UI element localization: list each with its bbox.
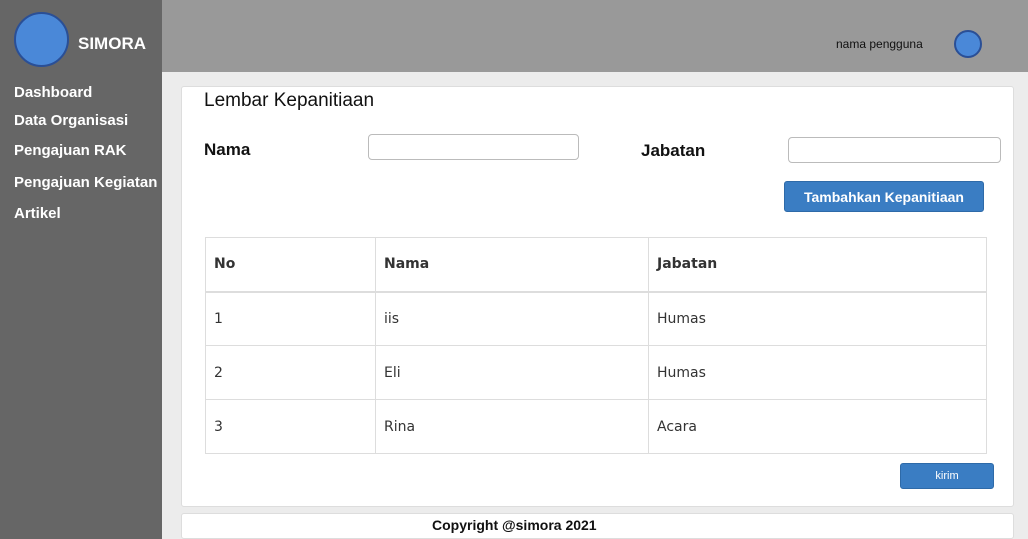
- cell-nama: Rina: [375, 399, 649, 454]
- logo-circle-icon: [14, 12, 69, 67]
- sidebar-item-dashboard[interactable]: Dashboard: [14, 84, 92, 101]
- name-label: Nama: [204, 140, 251, 159]
- sidebar-item-pengajuan-kegiatan[interactable]: Pengajuan Kegiatan: [14, 174, 157, 191]
- cell-no: 3: [205, 399, 376, 454]
- top-bar: nama pengguna: [162, 0, 1028, 72]
- table-row: 1 iis Humas: [205, 291, 987, 346]
- name-input[interactable]: [368, 134, 579, 160]
- sidebar: SIMORA Dashboard Data Organisasi Pengaju…: [0, 0, 162, 539]
- committee-form-card: Lembar Kepanitiaan Nama Jabatan Tambahka…: [181, 86, 1014, 507]
- user-avatar-icon[interactable]: [954, 30, 982, 58]
- sidebar-item-data-organisasi[interactable]: Data Organisasi: [14, 112, 128, 129]
- cell-jabatan: Acara: [648, 399, 987, 454]
- table-row: 3 Rina Acara: [205, 399, 987, 454]
- table-header-row: No Nama Jabatan: [205, 237, 987, 293]
- page-title: Lembar Kepanitiaan: [204, 90, 375, 111]
- position-label: Jabatan: [641, 141, 706, 160]
- sidebar-item-pengajuan-rak[interactable]: Pengajuan RAK: [14, 142, 127, 159]
- table-row: 2 Eli Humas: [205, 345, 987, 400]
- cell-jabatan: Humas: [648, 291, 987, 346]
- cell-nama: iis: [375, 291, 649, 346]
- sidebar-item-artikel[interactable]: Artikel: [14, 205, 61, 222]
- brand: SIMORA: [0, 0, 162, 72]
- add-committee-button[interactable]: Tambahkan Kepanitiaan: [784, 181, 984, 212]
- column-header-no: No: [205, 237, 376, 293]
- column-header-jabatan: Jabatan: [648, 237, 987, 293]
- cell-no: 1: [205, 291, 376, 346]
- cell-jabatan: Humas: [648, 345, 987, 400]
- brand-name: SIMORA: [78, 34, 146, 53]
- copyright-text: Copyright @simora 2021: [432, 517, 597, 533]
- position-input[interactable]: [788, 137, 1001, 163]
- footer: Copyright @simora 2021: [181, 513, 1014, 539]
- cell-nama: Eli: [375, 345, 649, 400]
- committee-table: No Nama Jabatan 1 iis Humas 2 Eli Humas …: [205, 237, 987, 454]
- column-header-nama: Nama: [375, 237, 649, 293]
- username[interactable]: nama pengguna: [836, 37, 923, 51]
- cell-no: 2: [205, 345, 376, 400]
- submit-button[interactable]: kirim: [900, 463, 994, 489]
